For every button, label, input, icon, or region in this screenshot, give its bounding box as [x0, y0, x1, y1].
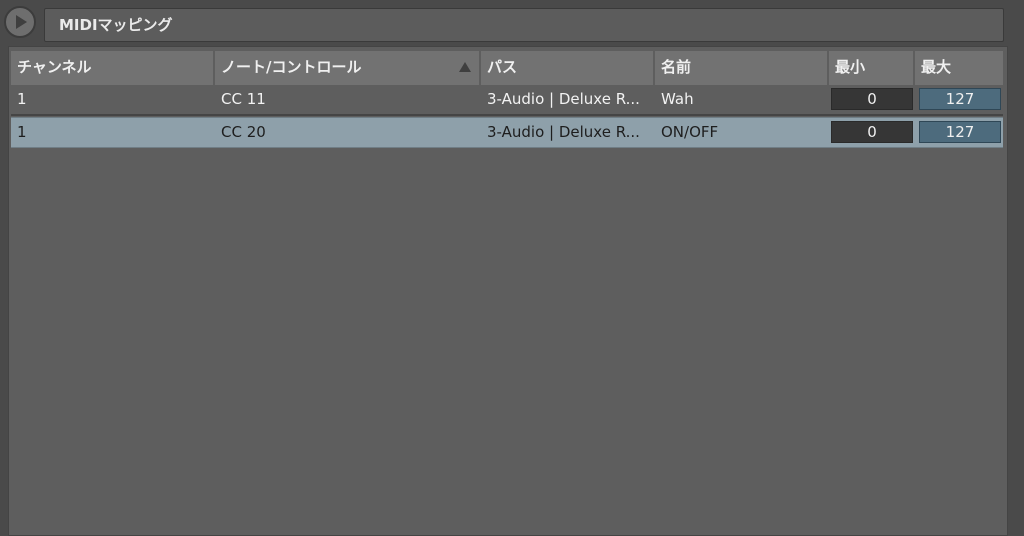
cell-path: 3-Audio | Deluxe R... — [487, 90, 640, 108]
sort-ascending-icon — [459, 62, 471, 72]
title-bar: MIDIマッピング — [44, 8, 1004, 42]
min-value-field[interactable]: 0 — [831, 88, 913, 110]
play-button[interactable] — [4, 6, 36, 38]
empty-table-area — [11, 149, 1003, 535]
play-icon — [8, 10, 32, 34]
column-header-note[interactable]: ノート/コントロール — [215, 51, 481, 85]
table-header: チャンネル ノート/コントロール パス 名前 最小 最大 — [11, 51, 1003, 85]
window-title: MIDIマッピング — [59, 16, 173, 34]
cell-name: Wah — [661, 90, 694, 108]
column-header-min[interactable]: 最小 — [829, 51, 915, 85]
max-value-field[interactable]: 127 — [919, 121, 1001, 143]
table-row[interactable]: 1 CC 11 3-Audio | Deluxe R... Wah 0 127 — [11, 85, 1003, 116]
column-header-channel[interactable]: チャンネル — [11, 51, 215, 85]
cell-note: CC 11 — [221, 90, 266, 108]
mapping-table: チャンネル ノート/コントロール パス 名前 最小 最大 1 CC 11 3-A… — [8, 46, 1008, 536]
min-value-field[interactable]: 0 — [831, 121, 913, 143]
column-header-note-label: ノート/コントロール — [221, 58, 362, 76]
column-header-path[interactable]: パス — [481, 51, 655, 85]
max-value-field[interactable]: 127 — [919, 88, 1001, 110]
midi-mapping-window: MIDIマッピング チャンネル ノート/コントロール パス 名前 最小 最大 1… — [0, 0, 1024, 536]
column-header-name[interactable]: 名前 — [655, 51, 829, 85]
cell-channel: 1 — [17, 123, 27, 141]
cell-name: ON/OFF — [661, 123, 719, 141]
cell-note: CC 20 — [221, 123, 266, 141]
cell-channel: 1 — [17, 90, 27, 108]
cell-path: 3-Audio | Deluxe R... — [487, 123, 640, 141]
table-row-selected[interactable]: 1 CC 20 3-Audio | Deluxe R... ON/OFF 0 1… — [11, 117, 1003, 148]
column-header-max[interactable]: 最大 — [915, 51, 1003, 85]
